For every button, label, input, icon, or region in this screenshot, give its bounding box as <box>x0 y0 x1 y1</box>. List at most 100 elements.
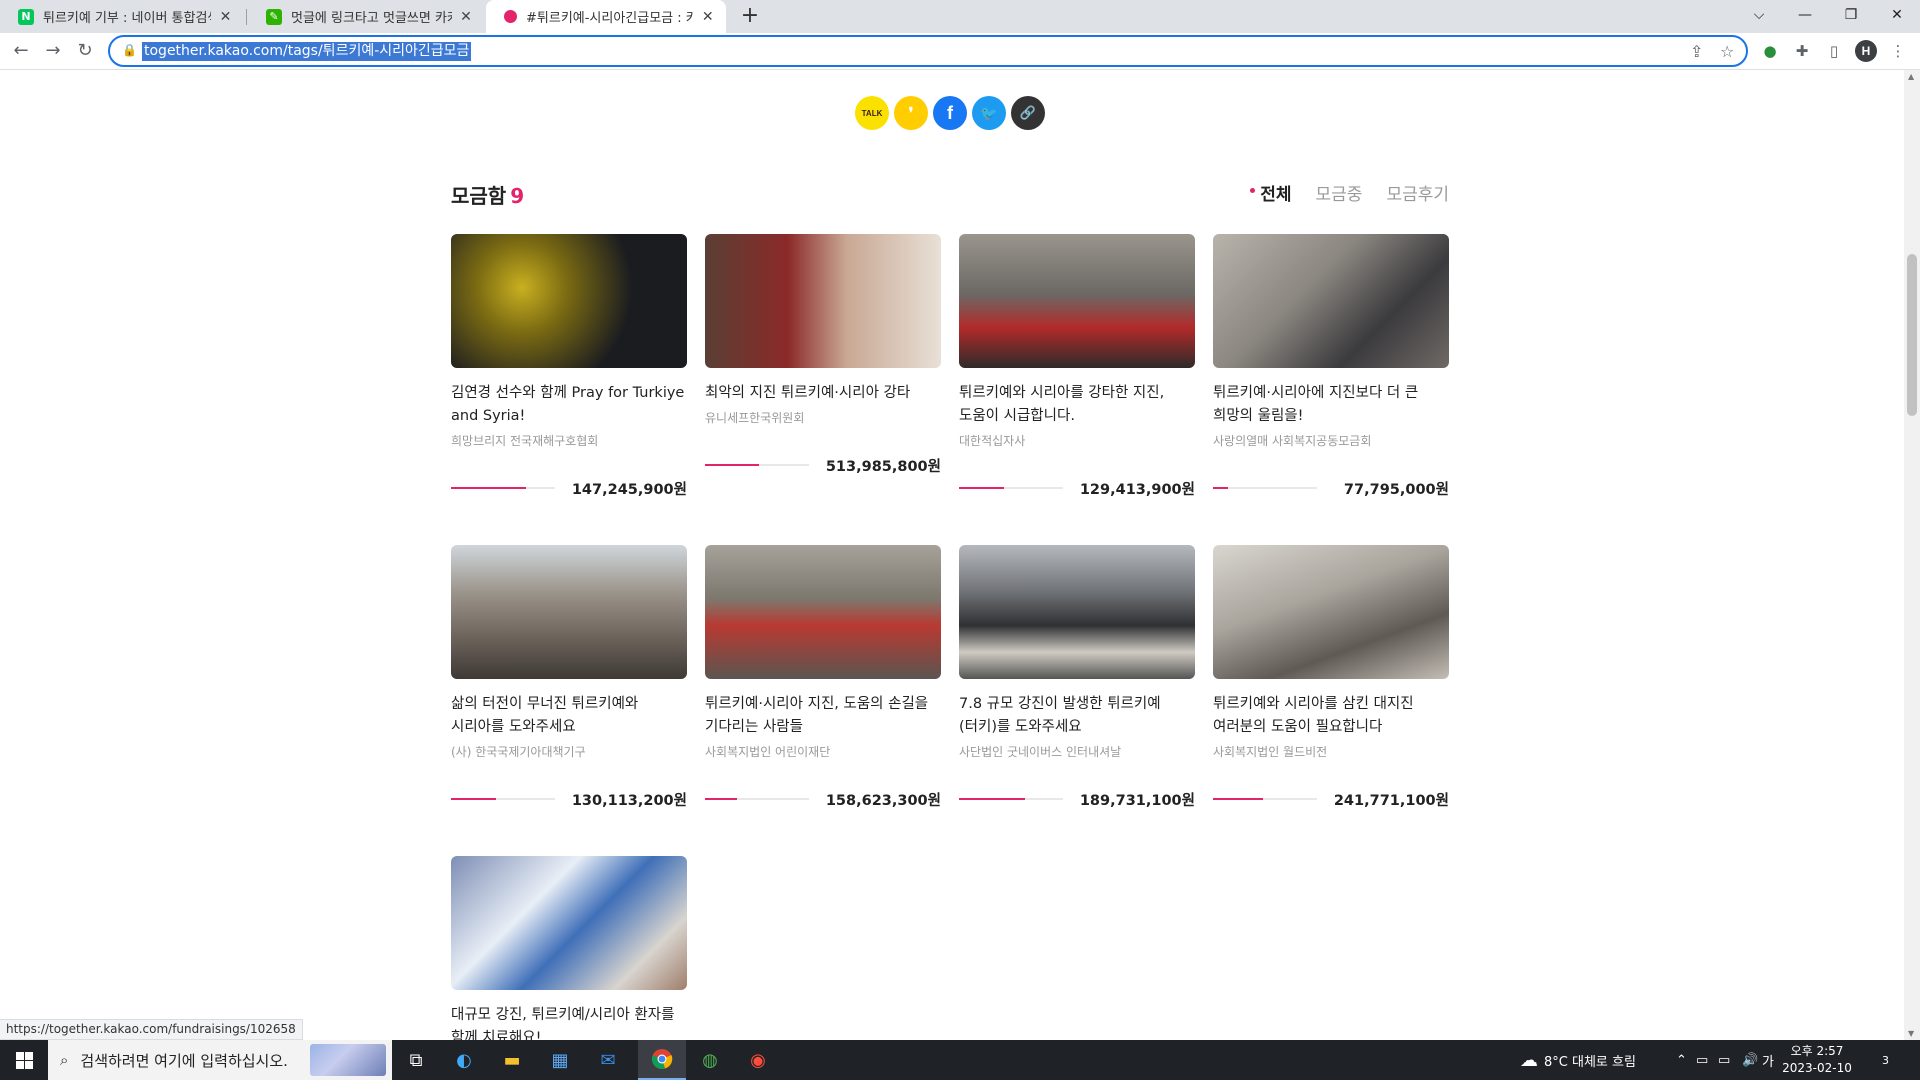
card-thumbnail[interactable] <box>451 856 687 990</box>
new-tab-button[interactable]: + <box>736 3 764 31</box>
task-view-icon[interactable]: ⧉ <box>392 1040 440 1080</box>
close-icon[interactable]: ✕ <box>700 9 716 25</box>
kakaostory-share-button[interactable]: ❜ <box>894 96 928 130</box>
scrollbar-thumb[interactable] <box>1907 254 1917 416</box>
card-thumbnail[interactable] <box>959 234 1195 368</box>
notification-center-icon[interactable]: 3 <box>1882 1040 1889 1080</box>
facebook-share-button[interactable]: f <box>933 96 967 130</box>
file-explorer-icon[interactable]: ▬ <box>488 1040 536 1080</box>
lock-icon[interactable]: 🔒 <box>122 43 137 57</box>
card-footer: 130,113,200원 <box>451 789 687 811</box>
fundraising-card[interactable]: 튀르키예와 시리아를 강타한 지진, 도움이 시급합니다. 대한적십자사 129… <box>959 234 1195 498</box>
progress-bar <box>451 487 555 489</box>
card-organization: 사랑의열매 사회복지공동모금회 <box>1213 434 1372 448</box>
card-title[interactable]: 김연경 선수와 함께 Pray for Turkiye and Syria! <box>451 382 687 428</box>
card-title[interactable]: 대규모 강진, 튀르키예/시리아 환자를 함께 치료해요! <box>451 1004 687 1040</box>
extension-globe-icon[interactable]: ● <box>1758 39 1782 63</box>
card-thumbnail[interactable] <box>451 545 687 679</box>
filter-tabs: 전체 모금중 모금후기 <box>1250 180 1449 205</box>
progress-bar <box>1213 487 1317 489</box>
restore-button[interactable]: ❐ <box>1828 0 1874 33</box>
volume-icon[interactable]: 🔊 <box>1742 1040 1758 1080</box>
fundraising-card[interactable]: 튀르키예·시리아 지진, 도움의 손길을 기다리는 사람들 사회복지법인 어린이… <box>705 545 941 809</box>
share-buttons: TALK ❜ f 🐦 🔗 <box>855 96 1045 130</box>
store-icon[interactable]: ▦ <box>536 1040 584 1080</box>
share-page-icon[interactable]: ⇪ <box>1690 42 1703 61</box>
weather-widget[interactable]: ☁ 8°C 대체로 흐림 <box>1520 1040 1636 1080</box>
minimize-button[interactable]: — <box>1782 0 1828 33</box>
fundraising-card[interactable]: 튀르키예·시리아에 지진보다 더 큰 희망의 울림을! 사랑의열매 사회복지공동… <box>1213 234 1449 498</box>
card-amount: 147,245,900원 <box>571 482 687 498</box>
filter-reviews[interactable]: 모금후기 <box>1386 180 1449 205</box>
scroll-down-icon[interactable]: ▼ <box>1908 1029 1914 1038</box>
taskbar-search[interactable]: ⌕ 검색하려면 여기에 입력하십시오. <box>48 1040 392 1080</box>
tray-chevron-icon[interactable]: ⌃ <box>1676 1040 1687 1080</box>
card-thumbnail[interactable] <box>705 545 941 679</box>
card-title[interactable]: 튀르키예·시리아에 지진보다 더 큰 희망의 울림을! <box>1213 382 1449 428</box>
scroll-up-icon[interactable]: ▲ <box>1908 72 1914 81</box>
network-icon[interactable]: ▭ <box>1718 1040 1730 1080</box>
meet-now-icon[interactable]: ▭ <box>1696 1040 1708 1080</box>
fundraising-card[interactable]: 7.8 규모 강진이 발생한 튀르키예(터키)를 도와주세요 사단법인 굿네이버… <box>959 545 1195 809</box>
bookmark-star-icon[interactable]: ☆ <box>1720 42 1734 61</box>
card-title[interactable]: 최악의 지진 튀르키예·시리아 강타 <box>705 382 941 405</box>
side-panel-icon[interactable]: ▯ <box>1822 39 1846 63</box>
card-footer: 129,413,900원 <box>959 478 1195 500</box>
copy-link-button[interactable]: 🔗 <box>1011 96 1045 130</box>
card-amount: 513,985,800원 <box>825 459 941 475</box>
fundraising-card[interactable]: 최악의 지진 튀르키예·시리아 강타 유니세프한국위원회 513,985,800… <box>705 234 941 475</box>
page-scrollbar[interactable]: ▲ ▼ <box>1904 70 1920 1040</box>
kakaotalk-share-button[interactable]: TALK <box>855 96 889 130</box>
tab-naver-search[interactable]: N 튀르키예 기부 : 네이버 통합검색 ✕ <box>0 0 244 33</box>
edge-icon[interactable]: ◐ <box>440 1040 488 1080</box>
twitter-share-button[interactable]: 🐦 <box>972 96 1006 130</box>
card-thumbnail[interactable] <box>451 234 687 368</box>
fundraising-section-header: 모금함 9 전체 모금중 모금후기 <box>451 180 1449 210</box>
card-title[interactable]: 튀르키예와 시리아를 삼킨 대지진 여러분의 도움이 필요합니다 <box>1213 693 1449 739</box>
tab-kakao-linkmeet[interactable]: ✎ 멋글에 링크타고 멋글쓰면 카카오 ✕ <box>248 0 484 33</box>
progress-bar <box>705 798 809 800</box>
windows-start-icon[interactable] <box>0 1040 48 1080</box>
tab-kakao-together-active[interactable]: #튀르키예-시리아긴급모금 : 카카 ✕ <box>486 0 726 33</box>
tab-search-icon[interactable]: ⌵ <box>1736 0 1782 33</box>
taskbar-clock[interactable]: 오후 2:57 2023-02-10 <box>1780 1043 1854 1077</box>
card-title[interactable]: 튀르키예·시리아 지진, 도움의 손길을 기다리는 사람들 <box>705 693 941 739</box>
windows-taskbar: ⌕ 검색하려면 여기에 입력하십시오. ⧉ ◐ ▬ ▦ ✉ ◍ ◉ ☁ 8°C … <box>0 1040 1920 1080</box>
card-thumbnail[interactable] <box>959 545 1195 679</box>
extensions-puzzle-icon[interactable]: ✚ <box>1790 39 1814 63</box>
recording-app-icon[interactable]: ◉ <box>734 1040 782 1080</box>
filter-ongoing[interactable]: 모금중 <box>1316 180 1363 205</box>
globe-app-icon[interactable]: ◍ <box>686 1040 734 1080</box>
naver-favicon-icon: N <box>18 8 34 25</box>
fundraising-card[interactable]: 대규모 강진, 튀르키예/시리아 환자를 함께 치료해요! <box>451 856 687 1040</box>
card-title[interactable]: 삶의 터전이 무너진 튀르키예와 시리아를 도와주세요 <box>451 693 687 739</box>
reload-icon[interactable]: ↻ <box>71 37 99 65</box>
fundraising-card[interactable]: 김연경 선수와 함께 Pray for Turkiye and Syria! 희… <box>451 234 687 498</box>
chrome-icon[interactable] <box>638 1040 686 1080</box>
section-title-text: 모금함 <box>451 184 507 208</box>
card-thumbnail[interactable] <box>1213 545 1449 679</box>
card-thumbnail[interactable] <box>705 234 941 368</box>
close-icon[interactable]: ✕ <box>217 9 234 25</box>
fundraising-card[interactable]: 삶의 터전이 무너진 튀르키예와 시리아를 도와주세요 (사) 한국국제기아대책… <box>451 545 687 809</box>
card-footer: 189,731,100원 <box>959 789 1195 811</box>
card-thumbnail[interactable] <box>1213 234 1449 368</box>
menu-kebab-icon[interactable]: ⋮ <box>1886 39 1910 63</box>
profile-avatar[interactable]: H <box>1855 40 1877 62</box>
filter-all[interactable]: 전체 <box>1250 180 1292 205</box>
address-url[interactable]: together.kakao.com/tags/튀르키예-시리아긴급모금 <box>142 42 472 61</box>
close-window-button[interactable]: ✕ <box>1874 0 1920 33</box>
card-organization: (사) 한국국제기아대책기구 <box>451 745 586 759</box>
back-icon[interactable]: ← <box>7 37 35 65</box>
close-icon[interactable]: ✕ <box>458 9 474 25</box>
fundraising-card[interactable]: 튀르키예와 시리아를 삼킨 대지진 여러분의 도움이 필요합니다 사회복지법인 … <box>1213 545 1449 809</box>
card-title[interactable]: 튀르키예와 시리아를 강타한 지진, 도움이 시급합니다. <box>959 382 1195 428</box>
card-footer: 241,771,100원 <box>1213 789 1449 811</box>
ime-indicator[interactable]: 가 <box>1762 1040 1774 1080</box>
card-title[interactable]: 7.8 규모 강진이 발생한 튀르키예(터키)를 도와주세요 <box>959 693 1195 739</box>
section-title: 모금함 9 <box>451 180 524 209</box>
address-bar[interactable]: 🔒 together.kakao.com/tags/튀르키예-시리아긴급모금 ⇪… <box>108 35 1748 67</box>
forward-icon[interactable]: → <box>39 37 67 65</box>
card-footer: 147,245,900원 <box>451 478 687 500</box>
mail-icon[interactable]: ✉ <box>584 1040 632 1080</box>
